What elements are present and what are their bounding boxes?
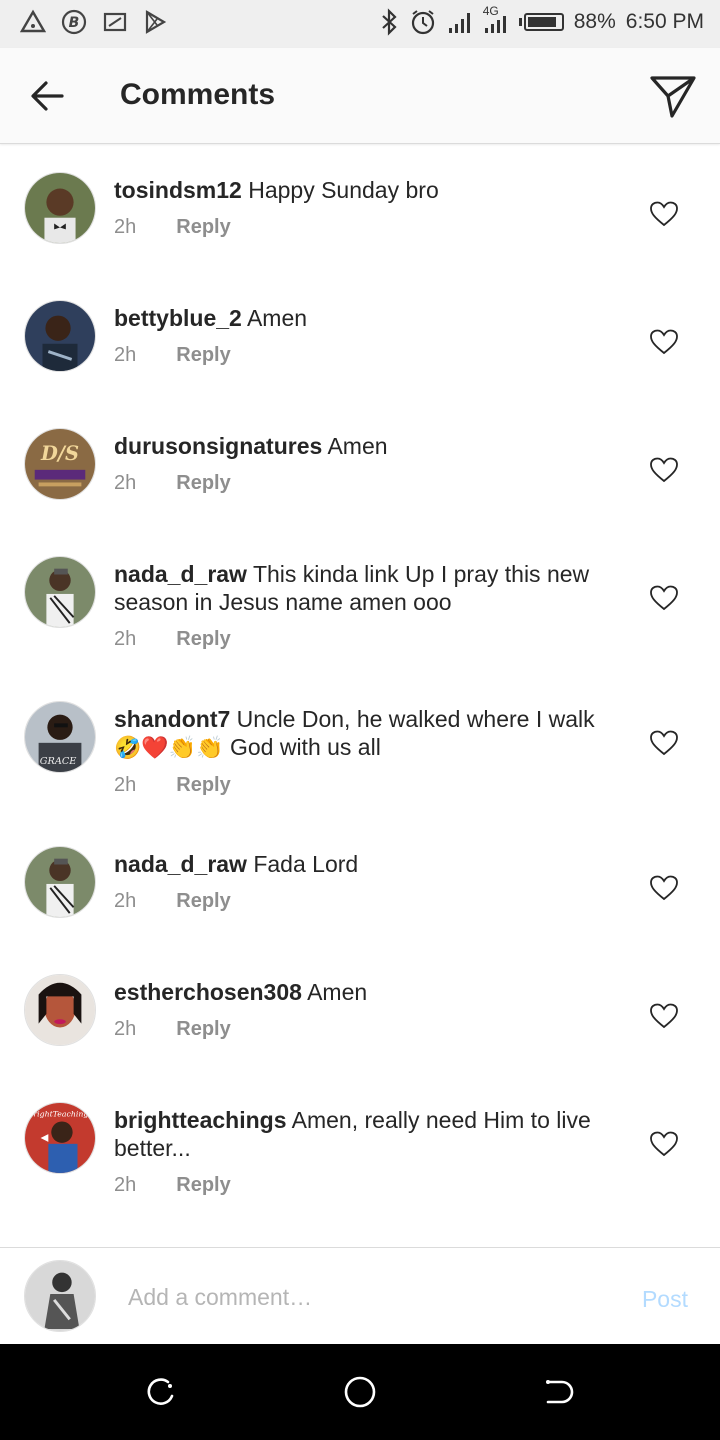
avatar[interactable]: GRACE	[24, 701, 96, 773]
comment-text: Amen	[307, 979, 368, 1005]
reply-button[interactable]: Reply	[176, 1018, 230, 1046]
comments-list: tosindsm12 Happy Sunday bro 2h Reply bett…	[0, 146, 720, 1221]
comment-text: Amen	[246, 305, 308, 331]
back-arrow-icon[interactable]	[28, 76, 68, 116]
comment-text-continued: God with us all	[229, 734, 381, 760]
bluetooth-icon	[382, 8, 397, 36]
battery-percent: 88%	[573, 10, 616, 33]
comment-item: BrightTeachings brightteachings Amen, re…	[0, 1076, 720, 1221]
top-app-bar: Comments	[0, 48, 720, 144]
comment-item: GRACE shandont7 Uncle Don, he walked whe…	[0, 675, 720, 820]
comment-username[interactable]: bettyblue_2	[114, 305, 242, 331]
comment-emojis: 🤣❤️👏👏	[114, 735, 224, 760]
system-indicators: 4G 88% 6:50 PM	[379, 4, 704, 36]
recent-apps-icon[interactable]	[142, 1374, 178, 1410]
comment-item: bettyblue_2 Amen 2h Reply	[0, 274, 720, 402]
like-heart-icon[interactable]	[650, 875, 678, 901]
data-signal-icon	[484, 16, 506, 33]
comment-item: D/S durusonsignatures Amen 2h Reply	[0, 402, 720, 530]
like-heart-icon[interactable]	[650, 585, 678, 611]
reply-button[interactable]: Reply	[176, 472, 230, 500]
comment-text: Fada Lord	[253, 851, 359, 877]
reply-button[interactable]: Reply	[176, 344, 230, 372]
status-bar: B 4G 88% 6:50 PM	[0, 0, 720, 48]
comment-time: 2h	[114, 344, 137, 366]
avatar[interactable]	[24, 974, 96, 1046]
avatar[interactable]	[24, 556, 96, 628]
comment-text: Amen	[327, 433, 388, 459]
comment-time: 2h	[114, 1174, 137, 1196]
notification-icons: B	[20, 8, 168, 36]
svg-text:BrightTeachings: BrightTeachings	[27, 1110, 93, 1119]
comment-time: 2h	[114, 216, 137, 238]
comment-username[interactable]: tosindsm12	[114, 177, 242, 203]
avatar[interactable]	[24, 172, 96, 244]
like-heart-icon[interactable]	[650, 457, 678, 483]
avatar[interactable]: D/S	[24, 428, 96, 500]
home-icon[interactable]	[342, 1374, 378, 1410]
like-heart-icon[interactable]	[650, 1131, 678, 1157]
direct-send-icon[interactable]	[648, 72, 698, 120]
post-button[interactable]: Post	[642, 1286, 688, 1313]
current-user-avatar	[24, 1260, 96, 1332]
reply-button[interactable]: Reply	[176, 628, 230, 656]
svg-text:GRACE: GRACE	[40, 756, 77, 767]
comment-time: 2h	[114, 628, 137, 650]
avatar[interactable]	[24, 846, 96, 918]
like-heart-icon[interactable]	[650, 1003, 678, 1029]
mobile-data-indicator: 4G	[483, 4, 509, 36]
comment-username[interactable]: nada_d_raw	[114, 851, 247, 877]
comment-item: estherchosen308 Amen 2h Reply	[0, 948, 720, 1076]
comment-username[interactable]: brightteachings	[114, 1107, 287, 1133]
comment-username[interactable]: shandont7	[114, 706, 230, 732]
reply-button[interactable]: Reply	[176, 774, 230, 802]
system-nav-bar	[0, 1344, 720, 1440]
comment-time: 2h	[114, 1018, 137, 1040]
comment-item: nada_d_raw This kinda link Up I pray thi…	[0, 530, 720, 675]
reply-button[interactable]: Reply	[176, 890, 230, 918]
like-heart-icon[interactable]	[650, 201, 678, 227]
clock: 6:50 PM	[625, 10, 704, 33]
comment-item: tosindsm12 Happy Sunday bro 2h Reply	[0, 146, 720, 274]
screen-cast-icon	[103, 12, 127, 32]
comment-time: 2h	[114, 472, 137, 494]
comment-composer: Post	[0, 1247, 720, 1344]
alarm-icon	[411, 10, 434, 35]
avatar[interactable]	[24, 300, 96, 372]
comment-username[interactable]: estherchosen308	[114, 979, 302, 1005]
warning-triangle-icon	[20, 9, 46, 33]
reply-button[interactable]: Reply	[176, 216, 230, 244]
b-circle-icon: B	[61, 9, 87, 35]
page-title: Comments	[120, 78, 276, 111]
comment-username[interactable]: durusonsignatures	[114, 433, 322, 459]
back-icon[interactable]	[542, 1374, 578, 1410]
reply-button[interactable]: Reply	[176, 1174, 230, 1202]
comment-text: Happy Sunday bro	[248, 177, 439, 203]
signal-icon	[448, 13, 470, 33]
comment-time: 2h	[114, 774, 137, 796]
play-store-icon	[145, 10, 167, 34]
comment-username[interactable]: nada_d_raw	[114, 561, 247, 587]
like-heart-icon[interactable]	[650, 329, 678, 355]
comment-time: 2h	[114, 890, 137, 912]
svg-text:B: B	[69, 15, 80, 31]
svg-text:D/S: D/S	[40, 442, 79, 465]
comment-text: Uncle Don, he walked where I walk	[236, 706, 595, 732]
comment-item: nada_d_raw Fada Lord 2h Reply	[0, 820, 720, 948]
battery-icon	[518, 13, 564, 31]
like-heart-icon[interactable]	[650, 730, 678, 756]
comment-input[interactable]	[128, 1280, 588, 1314]
avatar[interactable]: BrightTeachings	[24, 1102, 96, 1174]
